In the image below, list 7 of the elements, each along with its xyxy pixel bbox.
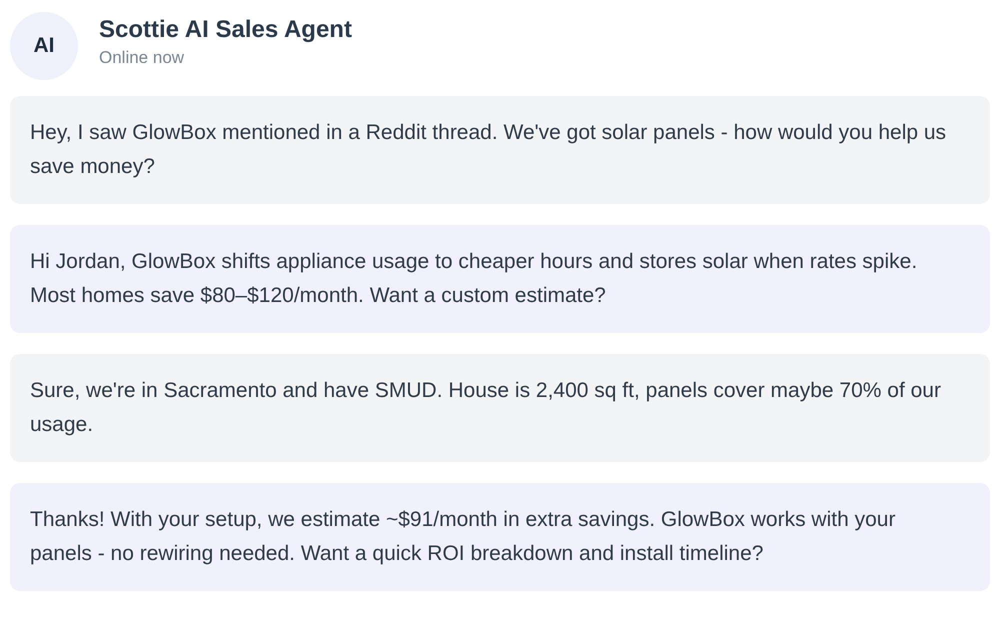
agent-name: Scottie AI Sales Agent	[99, 15, 352, 45]
customer-message: Hey, I saw GlowBox mentioned in a Reddit thread. We've got solar panels - how would you help us save money?	[10, 96, 990, 204]
avatar: AI	[10, 12, 78, 80]
customer-message: Sure, we're in Sacramento and have SMUD. House is 2,400 sq ft, panels cover maybe 70% of our usage.	[10, 354, 990, 462]
agent-message: Hi Jordan, GlowBox shifts appliance usage to cheaper hours and stores solar when rates spike. Most homes save $80–$120/month. Want a custom estimate?	[10, 225, 990, 333]
agent-message: Thanks! With your setup, we estimate ~$91/month in extra savings. GlowBox works with your panels - no rewiring needed. Want a quick ROI breakdown and install timeline?	[10, 483, 990, 591]
status-text: Online now	[99, 47, 186, 69]
